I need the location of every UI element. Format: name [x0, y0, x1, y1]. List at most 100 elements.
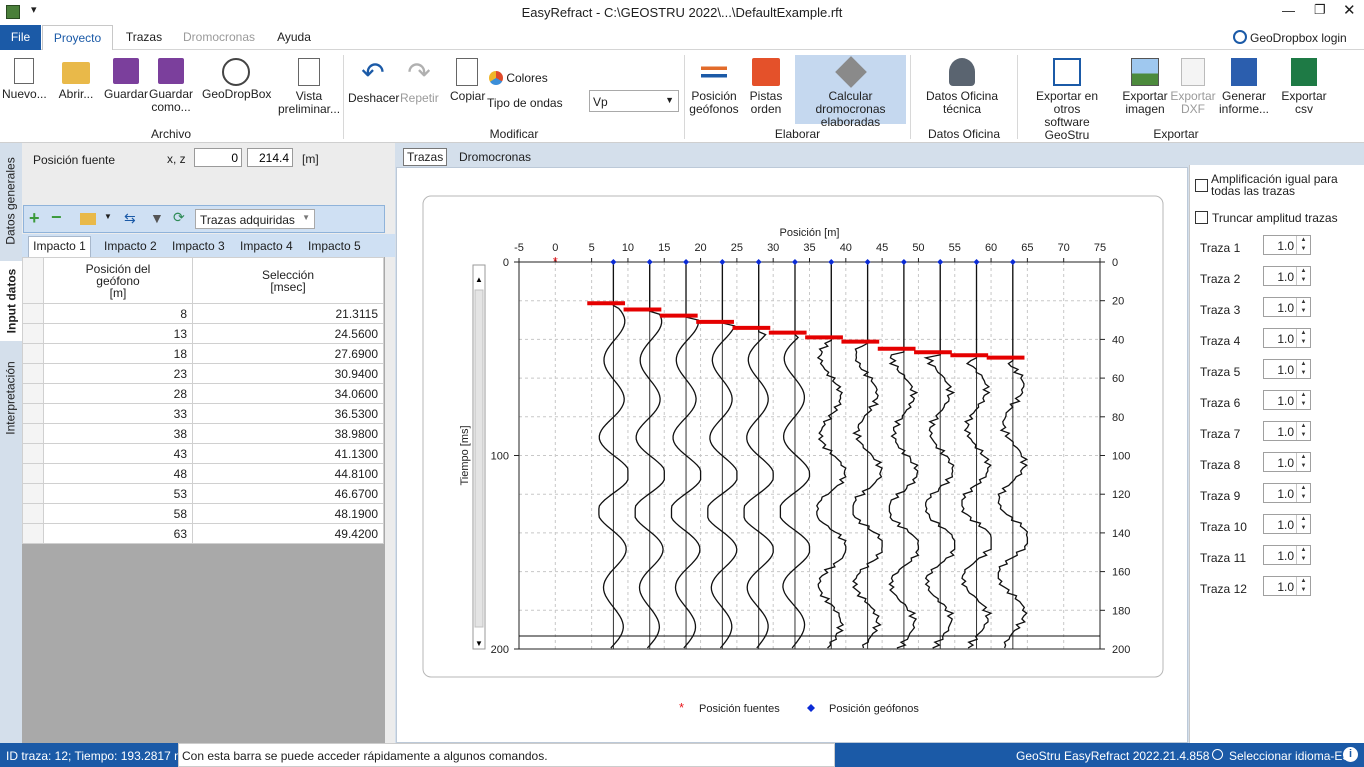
table-row[interactable]: 23 30.9400 [22, 363, 384, 384]
view-tab-trazas[interactable]: Trazas [403, 148, 448, 166]
geodropbox-button[interactable]: GeoDropBox [202, 58, 271, 101]
row-header[interactable] [22, 443, 44, 464]
cell-posicion[interactable]: 23 [43, 363, 193, 384]
traza-amplification-stepper[interactable]: 1.0 ▲ ▼ [1263, 390, 1311, 410]
cell-posicion[interactable]: 13 [43, 323, 193, 344]
calcular-dromocronas-button[interactable]: Calcular dromocronas elaboradas [795, 55, 906, 129]
spin-arrows-icon[interactable]: ▲ ▼ [1296, 577, 1310, 595]
traza-amplification-stepper[interactable]: 1.0 ▲ ▼ [1263, 514, 1311, 534]
table-row[interactable]: 53 46.6700 [22, 483, 384, 504]
scroll-down-icon[interactable]: ▼ [475, 639, 483, 648]
deshacer-button[interactable]: ↶ Deshacer [348, 58, 399, 105]
tab-proyecto[interactable]: Proyecto [42, 25, 113, 50]
table-row[interactable]: 48 44.8100 [22, 463, 384, 484]
language-selector[interactable]: Seleccionar idioma-ES [1229, 749, 1350, 763]
row-header[interactable] [22, 463, 44, 484]
spin-arrows-icon[interactable]: ▲ ▼ [1296, 298, 1310, 316]
guardar-como-button[interactable]: Guardar como... [148, 58, 194, 114]
scrollbar-thumb[interactable] [474, 289, 484, 628]
tipo-ondas-select[interactable]: Vp ▼ [589, 90, 679, 112]
tab-impacto-3[interactable]: Impacto 3 [172, 239, 225, 253]
traza-amplification-stepper[interactable]: 1.0 ▲ ▼ [1263, 235, 1311, 255]
table-row[interactable]: 63 49.4200 [22, 523, 384, 544]
nuevo-button[interactable]: Nuevo... [2, 58, 47, 101]
posicion-geofonos-button[interactable]: Posición geófonos [688, 58, 740, 116]
spin-arrows-icon[interactable]: ▲ ▼ [1296, 515, 1310, 533]
spin-arrows-icon[interactable]: ▲ ▼ [1296, 360, 1310, 378]
traza-amplification-stepper[interactable]: 1.0 ▲ ▼ [1263, 297, 1311, 317]
table-row[interactable]: 28 34.0600 [22, 383, 384, 404]
spin-arrows-icon[interactable]: ▲ ▼ [1296, 391, 1310, 409]
cell-posicion[interactable]: 53 [43, 483, 193, 504]
cell-posicion[interactable]: 48 [43, 463, 193, 484]
tab-datos-generales[interactable]: Datos generales [0, 143, 22, 258]
traza-amplification-stepper[interactable]: 1.0 ▲ ▼ [1263, 483, 1311, 503]
equal-amplification-checkbox[interactable] [1195, 179, 1208, 192]
maximize-button[interactable]: ❐ [1314, 2, 1326, 18]
cell-posicion[interactable]: 28 [43, 383, 193, 404]
row-header[interactable] [22, 343, 44, 364]
scroll-up-icon[interactable]: ▲ [475, 275, 483, 284]
info-icon[interactable]: i [1343, 747, 1358, 762]
traza-amplification-stepper[interactable]: 1.0 ▲ ▼ [1263, 328, 1311, 348]
menu-file[interactable]: File [0, 25, 41, 50]
cell-seleccion[interactable]: 27.6900 [192, 343, 384, 364]
colores-button[interactable]: Colores [489, 71, 548, 85]
tab-impacto-4[interactable]: Impacto 4 [240, 239, 293, 253]
filter-icon[interactable]: ▼ [150, 210, 164, 226]
traza-amplification-stepper[interactable]: 1.0 ▲ ▼ [1263, 576, 1311, 596]
row-header[interactable] [22, 383, 44, 404]
cell-seleccion[interactable]: 36.5300 [192, 403, 384, 424]
row-header[interactable] [22, 303, 44, 324]
traza-amplification-stepper[interactable]: 1.0 ▲ ▼ [1263, 452, 1311, 472]
header-posicion[interactable]: Posición del geófono [m] [43, 257, 193, 304]
spin-arrows-icon[interactable]: ▲ ▼ [1296, 329, 1310, 347]
swap-icon[interactable]: ⇆ [124, 210, 136, 227]
traces-chart[interactable]: -5 0 5 10 15 20 25 30 35 40 45 50 55 60 65 70 75 Posición… [397, 168, 1187, 742]
cell-posicion[interactable]: 33 [43, 403, 193, 424]
traza-amplification-stepper[interactable]: 1.0 ▲ ▼ [1263, 421, 1311, 441]
header-seleccion[interactable]: Selección [msec] [192, 257, 384, 304]
cell-posicion[interactable]: 38 [43, 423, 193, 444]
exportar-dxf-button[interactable]: Exportar DXF [1169, 58, 1217, 116]
source-z-input[interactable] [247, 148, 293, 167]
row-header[interactable] [22, 483, 44, 504]
remove-icon[interactable]: − [51, 207, 62, 228]
tab-impacto-1[interactable]: Impacto 1 [28, 236, 91, 257]
cell-posicion[interactable]: 58 [43, 503, 193, 524]
add-icon[interactable]: + [29, 208, 40, 229]
tab-impacto-5[interactable]: Impacto 5 [308, 239, 361, 253]
table-row[interactable]: 18 27.6900 [22, 343, 384, 364]
close-button[interactable]: ✕ [1343, 1, 1356, 19]
table-row[interactable]: 13 24.5600 [22, 323, 384, 344]
traza-amplification-stepper[interactable]: 1.0 ▲ ▼ [1263, 359, 1311, 379]
generar-informe-button[interactable]: Generar informe... [1218, 58, 1270, 116]
geodropbox-login[interactable]: GeoDropbox login [1250, 31, 1347, 45]
row-header[interactable] [22, 503, 44, 524]
row-header[interactable] [22, 323, 44, 344]
truncate-amplitude-checkbox[interactable] [1195, 211, 1208, 224]
tab-dromocronas[interactable]: Dromocronas [178, 25, 260, 50]
spin-arrows-icon[interactable]: ▲ ▼ [1296, 484, 1310, 502]
row-header[interactable] [22, 423, 44, 444]
exportar-imagen-button[interactable]: Exportar imagen [1121, 58, 1169, 116]
cell-seleccion[interactable]: 44.8100 [192, 463, 384, 484]
spin-arrows-icon[interactable]: ▲ ▼ [1296, 236, 1310, 254]
cell-seleccion[interactable]: 48.1900 [192, 503, 384, 524]
spin-arrows-icon[interactable]: ▲ ▼ [1296, 422, 1310, 440]
pistas-orden-button[interactable]: Pistas orden [745, 58, 787, 116]
table-row[interactable]: 43 41.1300 [22, 443, 384, 464]
folder-dropdown-icon[interactable]: ▼ [104, 212, 112, 221]
guardar-button[interactable]: Guardar [104, 58, 148, 101]
row-header[interactable] [22, 523, 44, 544]
minimize-button[interactable]: — [1282, 3, 1295, 18]
traza-amplification-stepper[interactable]: 1.0 ▲ ▼ [1263, 545, 1311, 565]
tab-trazas[interactable]: Trazas [118, 25, 170, 50]
tab-input-datos[interactable]: Input datos [0, 261, 22, 341]
view-tab-dromocronas[interactable]: Dromocronas [459, 150, 531, 164]
table-row[interactable]: 38 38.9800 [22, 423, 384, 444]
refresh-icon[interactable]: ⟳ [173, 209, 185, 226]
table-row[interactable]: 8 21.3115 [22, 303, 384, 324]
spin-arrows-icon[interactable]: ▲ ▼ [1296, 453, 1310, 471]
datos-oficina-button[interactable]: Datos Oficina técnica [920, 58, 1004, 116]
